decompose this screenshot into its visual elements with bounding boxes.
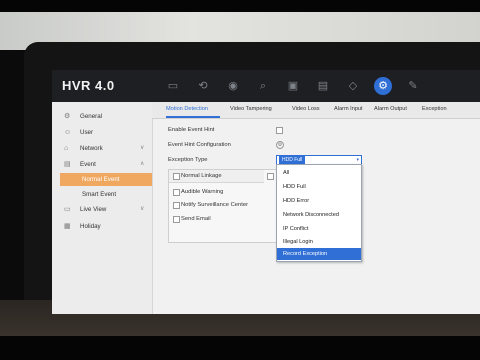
tab-video-tampering[interactable]: Video Tampering [230, 106, 272, 112]
tab-exception[interactable]: Exception [422, 106, 447, 112]
search-icon[interactable]: ⌕ [254, 77, 272, 95]
sidebar-item-label: Holiday [80, 223, 101, 230]
sidebar-item-label: Smart Event [82, 191, 117, 198]
monitor-screen: HVR 4.0 ▭ ⟲ ◉ ⌕ ▣ ▤ ◇ ⚙ ✎ ⚙ General ☺ Us… [52, 70, 480, 314]
gear-icon: ⚙ [64, 113, 71, 120]
dropdown-option-record-exception[interactable]: Record Exception [277, 248, 361, 260]
tab-alarm-input[interactable]: Alarm Input [334, 106, 363, 112]
dropdown-option-network-disconnected[interactable]: Network Disconnected [277, 209, 361, 221]
network-icon[interactable]: ◇ [344, 77, 362, 95]
sidebar-item-label: Event [80, 161, 96, 168]
chevron-down-icon: ∨ [140, 206, 145, 212]
network-icon: ⌂ [64, 145, 69, 152]
enable-event-hint-checkbox[interactable] [276, 127, 283, 134]
exception-type-dropdown: All HDD Full HDD Error Network Disconnec… [276, 164, 362, 262]
notify-center-label: Notify Surveillance Center [181, 202, 249, 208]
camera-icon[interactable]: ▣ [284, 77, 302, 95]
dropdown-option-illegal-login[interactable]: Illegal Login [277, 236, 361, 248]
system-icon[interactable]: ✎ [404, 77, 422, 95]
enable-event-hint-label: Enable Event Hint [168, 127, 215, 133]
trigger-channel-checkbox[interactable] [267, 173, 274, 180]
settings-gear-icon[interactable]: ⚙ [276, 141, 284, 149]
exception-type-label: Exception Type [168, 157, 208, 163]
send-email-label: Send Email [181, 216, 211, 222]
user-icon: ☺ [64, 129, 72, 136]
sidebar-item-label: Live View [80, 206, 107, 213]
dropdown-option-hdd-full[interactable]: HDD Full [277, 181, 361, 193]
config-sidebar: ⚙ General ☺ User ⌂ Network ∨ ▤ Event ∧ N… [52, 102, 153, 314]
dropdown-option-all[interactable]: All [277, 167, 361, 179]
chevron-up-icon: ∧ [140, 161, 145, 167]
tab-video-loss[interactable]: Video Loss [292, 106, 320, 112]
settings-icon[interactable]: ⚙ [374, 77, 392, 95]
chevron-down-icon: ▾ [356, 157, 359, 163]
sidebar-item-smart-event[interactable]: Smart Event [52, 188, 152, 201]
active-tab-indicator [166, 116, 220, 118]
event-icon: ▤ [64, 161, 71, 168]
sidebar-item-label: Network [80, 145, 103, 152]
live-view-icon[interactable]: ▭ [164, 77, 182, 95]
sidebar-item-label: Normal Event [82, 176, 120, 183]
normal-linkage-checkbox[interactable] [173, 173, 180, 180]
sidebar-item-label: General [80, 113, 103, 120]
audible-warning-label: Audible Warning [181, 189, 224, 195]
sidebar-item-holiday[interactable]: ▦ Holiday [52, 220, 152, 233]
notify-center-checkbox[interactable] [173, 202, 180, 209]
playback-icon[interactable]: ⟲ [194, 77, 212, 95]
event-hint-config-label: Event Hint Configuration [168, 142, 231, 148]
record-icon[interactable]: ◉ [224, 77, 242, 95]
event-tabs: Motion Detection Video Tampering Video L… [152, 102, 480, 119]
sidebar-item-label: User [80, 129, 94, 136]
monitor-icon: ▭ [64, 206, 71, 213]
normal-linkage-label: Normal Linkage [181, 173, 222, 179]
video-letterbox-top [0, 0, 480, 12]
app-brand: HVR 4.0 [62, 78, 115, 93]
tab-alarm-output[interactable]: Alarm Output [374, 106, 407, 112]
video-letterbox-bottom [0, 336, 480, 360]
calendar-icon: ▦ [64, 223, 71, 230]
tab-motion-detection[interactable]: Motion Detection [166, 106, 208, 112]
sidebar-item-network[interactable]: ⌂ Network ∨ [52, 142, 152, 155]
dropdown-option-ip-conflict[interactable]: IP Conflict [277, 223, 361, 235]
sidebar-item-event[interactable]: ▤ Event ∧ [52, 158, 152, 171]
storage-icon[interactable]: ▤ [314, 77, 332, 95]
audible-warning-checkbox[interactable] [173, 189, 180, 196]
sidebar-item-normal-event[interactable]: Normal Event [60, 173, 152, 186]
exception-type-value: HDD Full [279, 156, 306, 164]
sidebar-item-general[interactable]: ⚙ General [52, 110, 152, 123]
top-menu-bar: HVR 4.0 ▭ ⟲ ◉ ⌕ ▣ ▤ ◇ ⚙ ✎ [52, 70, 480, 102]
send-email-checkbox[interactable] [173, 216, 180, 223]
chevron-down-icon: ∨ [140, 145, 145, 151]
dropdown-option-hdd-error[interactable]: HDD Error [277, 195, 361, 207]
sidebar-item-live-view[interactable]: ▭ Live View ∨ [52, 203, 152, 216]
sidebar-item-user[interactable]: ☺ User [52, 126, 152, 139]
